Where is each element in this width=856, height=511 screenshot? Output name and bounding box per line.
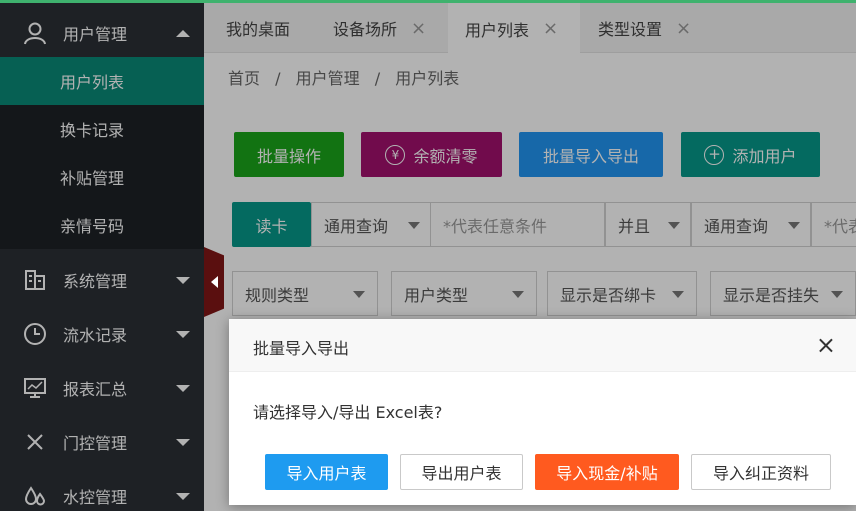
chevron-left-icon — [210, 276, 218, 288]
button-label: 导入现金/补贴 — [556, 464, 658, 483]
button-label: 导入纠正资料 — [712, 464, 809, 483]
button-label: 导出用户表 — [421, 464, 502, 483]
top-accent-line — [0, 0, 856, 3]
dialog-header: 批量导入导出 × — [229, 319, 856, 372]
import-export-dialog: 批量导入导出 × 请选择导入/导出 Excel表? 导入用户表 导出用户表 导入… — [229, 319, 856, 505]
export-user-table-button[interactable]: 导出用户表 — [400, 454, 523, 490]
dialog-message: 请选择导入/导出 Excel表? — [253, 403, 443, 422]
sidebar-collapse-toggle[interactable] — [204, 247, 224, 317]
import-user-table-button[interactable]: 导入用户表 — [265, 454, 388, 490]
button-label: 导入用户表 — [286, 464, 367, 483]
dialog-title: 批量导入导出 — [253, 339, 350, 358]
close-icon[interactable]: × — [816, 333, 836, 357]
import-cash-subsidy-button[interactable]: 导入现金/补贴 — [535, 454, 679, 490]
import-correction-data-button[interactable]: 导入纠正资料 — [691, 454, 831, 490]
